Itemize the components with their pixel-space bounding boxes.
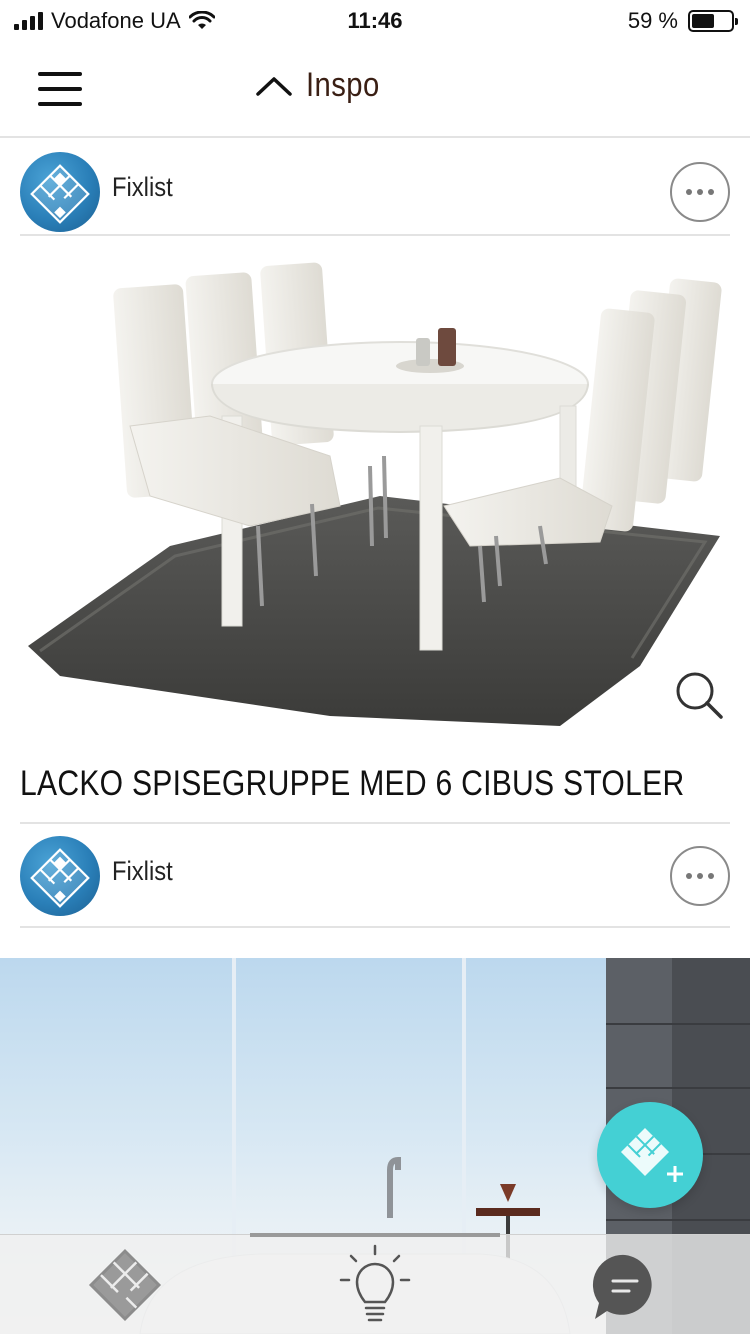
zoom-icon[interactable]: [674, 670, 724, 720]
page-title[interactable]: Inspo: [306, 66, 380, 105]
feed-selector[interactable]: Inspo: [254, 66, 392, 105]
tab-home[interactable]: [0, 1235, 250, 1334]
tab-messages[interactable]: [500, 1235, 750, 1334]
tab-bar: [0, 1233, 750, 1334]
chevron-up-icon[interactable]: [254, 74, 294, 98]
post-header: Fixlist: [20, 140, 730, 236]
battery-percent: 59 %: [627, 8, 678, 33]
avatar[interactable]: [20, 836, 100, 916]
chat-bubble-icon: [592, 1254, 652, 1319]
fixlist-home-icon: [88, 1248, 162, 1322]
hamburger-menu-icon[interactable]: [38, 72, 82, 106]
post-title[interactable]: LACKO SPISEGRUPPE MED 6 CIBUS STOLER: [20, 764, 684, 804]
battery-icon: [688, 10, 738, 32]
author-name[interactable]: Fixlist: [112, 172, 173, 203]
more-options-button[interactable]: [670, 846, 730, 906]
post-header: Fixlist: [20, 824, 730, 928]
more-options-button[interactable]: [670, 162, 730, 222]
tab-inspo[interactable]: [250, 1235, 500, 1334]
status-bar: Vodafone UA 11:46 59 %: [0, 0, 750, 40]
fixlist-logo-icon: [30, 848, 90, 908]
battery-level: [692, 14, 714, 28]
author-name[interactable]: Fixlist: [112, 856, 173, 887]
battery-group: 59 %: [627, 8, 738, 34]
dining-set-illustration: [28, 262, 722, 726]
fixlist-logo-icon: [30, 164, 90, 224]
lightbulb-icon: [339, 1244, 411, 1322]
post-image[interactable]: [0, 246, 750, 736]
add-fixlist-icon: [620, 1127, 683, 1182]
add-fixlist-button[interactable]: [597, 1102, 703, 1208]
avatar[interactable]: [20, 152, 100, 232]
navigation-bar: Inspo: [0, 40, 750, 138]
